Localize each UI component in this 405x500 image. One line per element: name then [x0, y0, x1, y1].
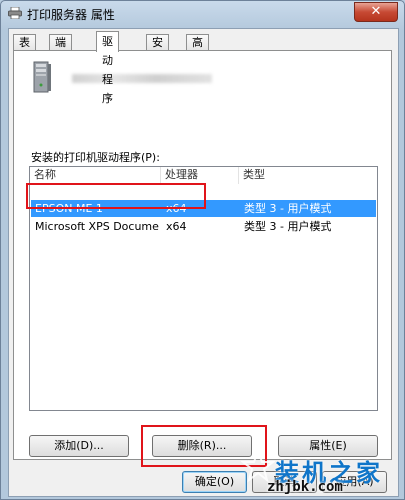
- close-icon: ✕: [370, 4, 382, 19]
- drivers-tab-panel: 安装的打印机驱动程序(P): 名称 处理器 类型 EPSON ME 1 x64 …: [13, 50, 392, 467]
- close-button[interactable]: ✕: [354, 2, 398, 22]
- ok-button[interactable]: 确定(O): [182, 471, 247, 493]
- watermark-star-icon: [241, 449, 275, 483]
- list-header: 名称 处理器 类型: [30, 167, 377, 184]
- title-bar[interactable]: 打印服务器 属性 ✕: [1, 1, 404, 27]
- driver-type: 类型 3 - 用户模式: [244, 202, 332, 215]
- tab-forms[interactable]: 表单: [13, 34, 36, 65]
- window-title: 打印服务器 属性: [27, 8, 115, 22]
- column-header-processor[interactable]: 处理器: [161, 167, 239, 184]
- server-icon: [33, 61, 51, 93]
- tab-advanced[interactable]: 高级: [186, 34, 209, 65]
- driver-row[interactable]: Microsoft XPS Docume... x64 类型 3 - 用户模式: [31, 218, 376, 235]
- driver-name: EPSON ME 1: [35, 202, 103, 215]
- driver-type: 类型 3 - 用户模式: [244, 220, 332, 233]
- server-name-blurred: [72, 74, 212, 83]
- remove-driver-button[interactable]: 删除(R)...: [152, 435, 252, 457]
- driver-name: Microsoft XPS Docume...: [35, 220, 159, 233]
- driver-processor: x64: [166, 220, 187, 233]
- column-header-type[interactable]: 类型: [239, 167, 377, 184]
- drivers-list-label: 安装的打印机驱动程序(P):: [31, 151, 160, 164]
- driver-row[interactable]: EPSON ME 1 x64 类型 3 - 用户模式: [31, 200, 376, 217]
- drivers-list[interactable]: 名称 处理器 类型 EPSON ME 1 x64 类型 3 - 用户模式 Mic…: [29, 166, 378, 411]
- properties-window: 打印服务器 属性 ✕ 表单 端口 驱动程序 安全 高级 安装的打印机驱动程序(P…: [0, 0, 405, 500]
- dialog-client-area: 表单 端口 驱动程序 安全 高级 安装的打印机驱动程序(P): 名称 处理器: [8, 28, 399, 497]
- driver-processor: x64: [166, 202, 187, 215]
- tab-ports[interactable]: 端口: [49, 34, 72, 65]
- add-driver-button[interactable]: 添加(D)...: [29, 435, 129, 457]
- printer-icon: [8, 7, 22, 19]
- tab-security[interactable]: 安全: [146, 34, 169, 65]
- tab-drivers[interactable]: 驱动程序: [96, 31, 119, 105]
- column-header-name[interactable]: 名称: [30, 167, 161, 184]
- watermark-url: zhjbk.com: [267, 479, 343, 495]
